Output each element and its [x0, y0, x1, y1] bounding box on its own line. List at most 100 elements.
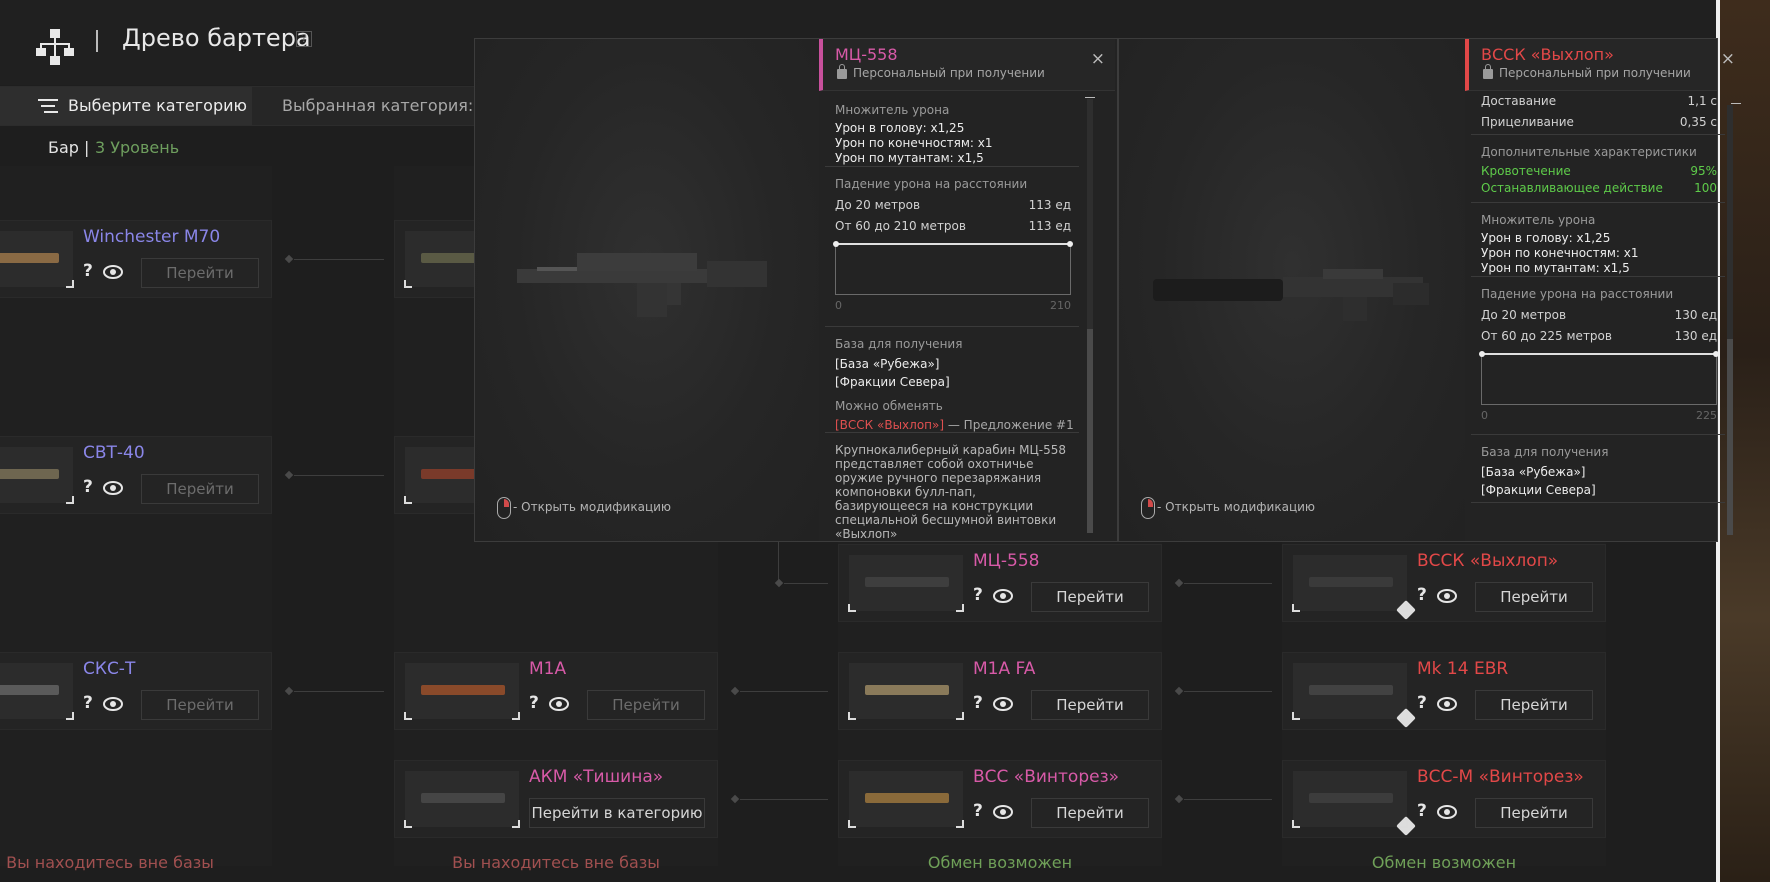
eye-icon[interactable]	[549, 697, 569, 711]
help-icon[interactable]: ?	[296, 31, 312, 47]
eye-icon[interactable]	[103, 265, 123, 279]
close-icon[interactable]: ×	[1091, 49, 1105, 69]
item-thumbnail[interactable]	[404, 771, 520, 828]
link-line	[294, 691, 384, 692]
item-thumbnail[interactable]	[0, 447, 74, 504]
question-icon[interactable]: ?	[1417, 801, 1427, 821]
item-card[interactable]: ВСС «Винторез» ? Перейти	[838, 760, 1162, 838]
eye-icon[interactable]	[1437, 805, 1457, 819]
go-button[interactable]: Перейти	[1031, 690, 1149, 720]
go-to-category-button[interactable]: Перейти в категорию	[529, 798, 705, 828]
stat-row: Прицеливание 0,35 с	[1481, 112, 1717, 133]
exchange-link[interactable]: [ВССК «Выхлоп»]	[835, 418, 944, 432]
link-line	[1184, 799, 1272, 800]
section-header: Можно обменять	[835, 399, 943, 413]
item-thumbnail[interactable]	[1292, 771, 1416, 836]
lock-icon	[837, 64, 847, 79]
item-thumbnail[interactable]	[0, 231, 74, 288]
eye-icon[interactable]	[103, 481, 123, 495]
scrollbar[interactable]	[1727, 105, 1733, 535]
item-thumbnail[interactable]	[1292, 663, 1416, 728]
go-button[interactable]: Перейти	[1031, 582, 1149, 612]
rifle-icon	[0, 253, 59, 263]
stat-label: До 20 метров	[835, 198, 921, 212]
info-panel: МЦ-558 Персональный при получении × Множ…	[819, 39, 1115, 541]
question-icon[interactable]: ?	[1417, 585, 1427, 605]
question-icon[interactable]: ?	[83, 477, 93, 497]
item-thumbnail[interactable]	[848, 663, 964, 720]
item-card[interactable]: Winchester M70 ? Перейти	[0, 220, 272, 298]
eye-icon[interactable]	[993, 697, 1013, 711]
item-card[interactable]: ВСС-М «Винторез» ? Перейти	[1282, 760, 1606, 838]
link-line	[740, 691, 828, 692]
item-card[interactable]: СКС-Т ? Перейти	[0, 652, 272, 730]
question-icon[interactable]: ?	[83, 693, 93, 713]
item-name: СВТ-40	[83, 443, 145, 463]
item-card[interactable]: M1A FA ? Перейти	[838, 652, 1162, 730]
stat-line: Урон по конечностям: x1	[1481, 246, 1639, 260]
item-thumbnail[interactable]	[848, 771, 964, 828]
stat-label: От 60 до 225 метров	[1481, 329, 1612, 343]
item-thumbnail[interactable]	[848, 555, 964, 612]
question-icon[interactable]: ?	[973, 693, 983, 713]
mouse-icon	[1141, 497, 1155, 519]
breadcrumb-location[interactable]: Бар	[48, 138, 79, 157]
scrollbar-thumb[interactable]	[1727, 339, 1733, 535]
question-icon[interactable]: ?	[83, 261, 93, 281]
go-button[interactable]: Перейти	[1475, 582, 1593, 612]
question-icon[interactable]: ?	[529, 693, 539, 713]
stat-value: 100	[1694, 181, 1717, 195]
item-thumbnail[interactable]	[0, 663, 74, 720]
stat-row: До 20 метров 130 ед	[1481, 305, 1717, 326]
eye-icon[interactable]	[993, 589, 1013, 603]
graph-point	[1067, 241, 1073, 247]
question-icon[interactable]: ?	[973, 801, 983, 821]
weapon-preview[interactable]: - Открыть модификацию	[475, 39, 819, 541]
breadcrumb-level[interactable]: 3 Уровень	[95, 138, 179, 157]
column-status: Вы находитесь вне базы	[6, 853, 214, 872]
item-thumbnail[interactable]	[404, 663, 520, 720]
extra-stats-section: Дополнительные характеристики Кровотечен…	[1471, 137, 1725, 203]
go-button[interactable]: Перейти	[141, 474, 259, 504]
go-button[interactable]: Перейти	[1475, 690, 1593, 720]
go-button[interactable]: Перейти	[1475, 798, 1593, 828]
stat-line: Урон по мутантам: x1,5	[1481, 261, 1630, 275]
title-separator	[96, 30, 98, 52]
graph-point	[833, 241, 839, 247]
item-card[interactable]: МЦ-558 ? Перейти	[838, 544, 1162, 622]
scrollbar-thumb[interactable]	[1087, 329, 1093, 533]
stat-value: 130 ед	[1674, 329, 1717, 343]
question-icon[interactable]: ?	[973, 585, 983, 605]
damage-multiplier-section: Множитель урона Урон в голову: x1,25 Уро…	[825, 95, 1079, 167]
stat-value: 113 ед	[1028, 219, 1071, 233]
close-icon[interactable]: ×	[1721, 49, 1735, 69]
rifle-icon	[0, 685, 59, 695]
go-button[interactable]: Перейти	[141, 690, 259, 720]
go-button[interactable]: Перейти	[587, 690, 705, 720]
item-card[interactable]: ВССК «Выхлоп» ? Перейти	[1282, 544, 1606, 622]
base-name: [Фракции Севера]	[835, 375, 950, 389]
eye-icon[interactable]	[993, 805, 1013, 819]
modification-icon	[1396, 816, 1416, 836]
rifle-icon	[421, 793, 505, 803]
open-modification-hint: - Открыть модификацию	[513, 500, 672, 514]
item-thumbnail[interactable]	[1292, 555, 1416, 620]
eye-icon[interactable]	[103, 697, 123, 711]
question-icon[interactable]: ?	[1417, 693, 1427, 713]
axis-min: 0	[1481, 409, 1488, 422]
axis-max: 225	[1696, 409, 1717, 422]
weapon-preview[interactable]: - Открыть модификацию	[1119, 39, 1465, 541]
section-header: Дополнительные характеристики	[1481, 145, 1697, 159]
choose-category-label[interactable]: Выберите категорию	[68, 96, 247, 115]
eye-icon[interactable]	[1437, 589, 1457, 603]
item-card[interactable]: Mk 14 EBR ? Перейти	[1282, 652, 1606, 730]
rifle-icon	[1309, 685, 1393, 695]
item-card[interactable]: СВТ-40 ? Перейти	[0, 436, 272, 514]
eye-icon[interactable]	[1437, 697, 1457, 711]
item-card[interactable]: АКМ «Тишина» Перейти в категорию	[394, 760, 718, 838]
go-button[interactable]: Перейти	[1031, 798, 1149, 828]
item-name: ВСС-М «Винторез»	[1417, 767, 1584, 787]
go-button[interactable]: Перейти	[141, 258, 259, 288]
item-card[interactable]: M1A ? Перейти	[394, 652, 718, 730]
scrollbar[interactable]	[1087, 99, 1093, 533]
